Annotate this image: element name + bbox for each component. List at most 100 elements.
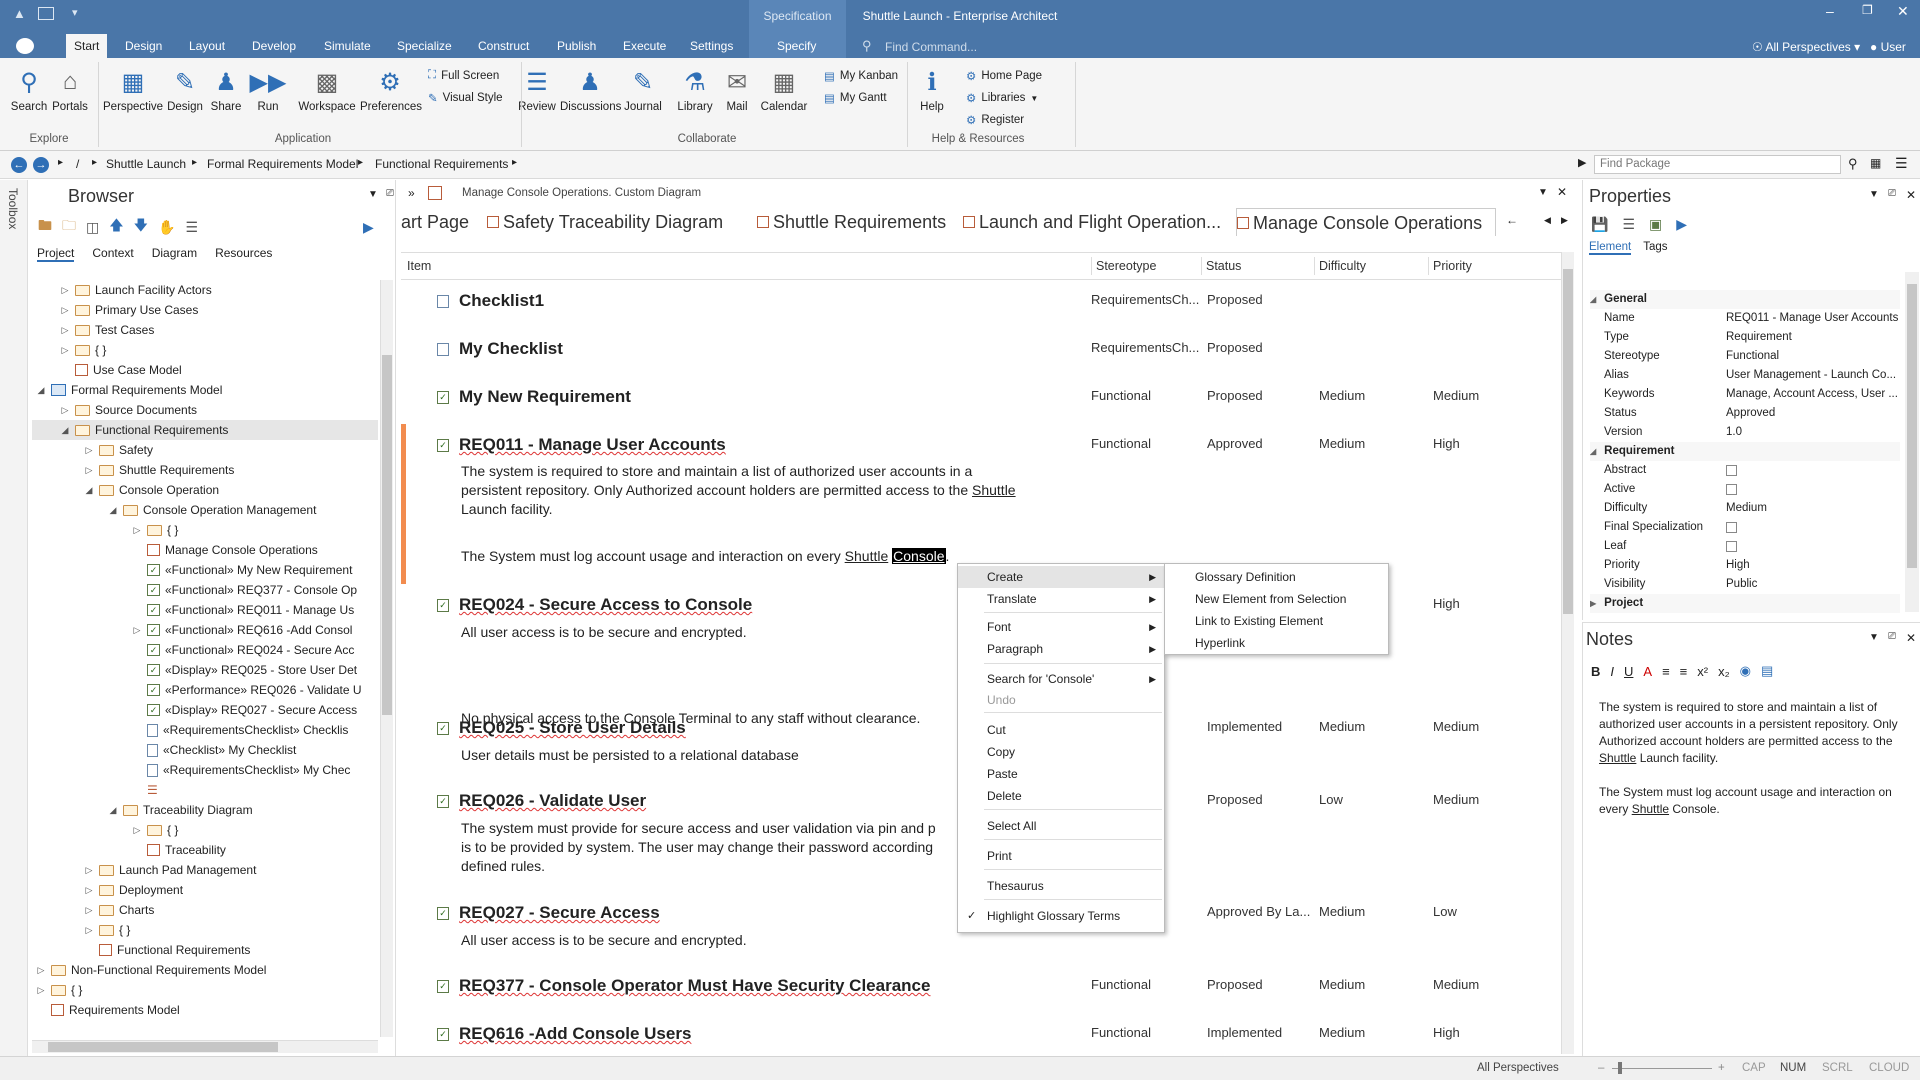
tree-node[interactable]: ✓ «Display» REQ025 - Store User Det xyxy=(32,660,378,680)
checkbox[interactable] xyxy=(1726,541,1737,552)
item-title[interactable]: REQ025 - Store User Details xyxy=(459,718,686,738)
zoom-in-icon[interactable]: + xyxy=(1718,1062,1725,1074)
crumb-shuttle-launch[interactable]: Shuttle Launch xyxy=(106,157,186,171)
tab-diagram[interactable]: Diagram xyxy=(152,246,197,262)
center-vertical-scrollbar[interactable] xyxy=(1561,252,1574,1054)
my-gantt-button[interactable]: ▤ My Gantt xyxy=(824,91,887,105)
libraries-button[interactable]: ⚙ Libraries ▼ xyxy=(966,91,1038,105)
item-title[interactable]: REQ011 - Manage User Accounts xyxy=(459,435,726,455)
forward-icon[interactable]: → xyxy=(33,157,49,173)
expand-icon[interactable]: ▷ xyxy=(60,300,70,320)
tree-node[interactable]: ◢ Console Operation Management xyxy=(32,500,378,520)
expand-icon[interactable]: ▷ xyxy=(84,880,94,900)
notes-content[interactable]: The system is required to store and main… xyxy=(1599,699,1909,818)
property-value[interactable]: Public xyxy=(1726,575,1902,594)
expand-icon[interactable]: ▷ xyxy=(132,620,142,640)
tree-node[interactable]: ◢ Formal Requirements Model xyxy=(32,380,378,400)
col-status[interactable]: Status xyxy=(1201,257,1241,275)
expand-icon[interactable]: ▷ xyxy=(132,520,142,540)
full-screen-button[interactable]: ⛶ Full Screen xyxy=(428,69,499,82)
collapse-icon[interactable]: ◢ xyxy=(60,420,70,440)
checkbox[interactable] xyxy=(1726,522,1737,533)
col-difficulty[interactable]: Difficulty xyxy=(1314,257,1366,275)
item-title[interactable]: My Checklist xyxy=(459,339,563,359)
doc-tab[interactable]: Manage Console Operations xyxy=(1236,208,1496,236)
find-package-input[interactable]: Find Package xyxy=(1594,155,1841,174)
item-title[interactable]: REQ026 - Validate User xyxy=(459,791,646,811)
review-button[interactable]: ☰ Review xyxy=(507,66,567,114)
property-value[interactable] xyxy=(1726,461,1896,480)
hyperlink-icon[interactable]: ◉ xyxy=(1740,663,1751,679)
submenu-item[interactable]: New Element from Selection xyxy=(1165,588,1388,610)
crumb-formal-requirements[interactable]: Formal Requirements Model xyxy=(207,157,358,171)
scrollbar-thumb[interactable] xyxy=(1563,269,1573,614)
item-title[interactable]: REQ616 -Add Console Users xyxy=(459,1024,691,1044)
tree-node[interactable]: Use Case Model xyxy=(32,360,378,380)
image-icon[interactable]: ▣ xyxy=(1649,216,1662,233)
tree-node[interactable]: Manage Console Operations xyxy=(32,540,378,560)
restore-icon[interactable]: ❐ xyxy=(1862,3,1873,17)
expand-icon[interactable]: ▷ xyxy=(36,960,46,980)
portals-button[interactable]: ⌂ Portals xyxy=(40,66,100,113)
tree-node[interactable]: ◢ Traceability Diagram xyxy=(32,800,378,820)
bold-icon[interactable]: B xyxy=(1591,664,1600,679)
context-menu-item[interactable]: Search for 'Console' ▶ xyxy=(958,668,1164,690)
ribbon-tab-publish[interactable]: Publish xyxy=(549,34,604,58)
property-section[interactable]: ◢ General xyxy=(1590,290,1900,309)
property-value[interactable]: Medium xyxy=(1726,499,1902,518)
tree-node[interactable]: ▷ Shuttle Requirements xyxy=(32,460,378,480)
tree-node[interactable]: ▷ Launch Pad Management xyxy=(32,860,378,880)
collapse-icon[interactable]: ◢ xyxy=(108,500,118,520)
context-menu-item[interactable]: Font ▶ xyxy=(958,616,1164,638)
expand-icon[interactable]: ▷ xyxy=(132,820,142,840)
find-command-input[interactable]: Find Command... xyxy=(885,40,977,54)
pin-icon[interactable]: ⎚ xyxy=(386,188,394,199)
property-value[interactable]: Approved xyxy=(1726,404,1902,423)
back-icon[interactable]: ← xyxy=(11,157,27,173)
hscroll-thumb[interactable] xyxy=(48,1042,278,1052)
tree-node[interactable]: ▷ Test Cases xyxy=(32,320,378,340)
context-menu-item[interactable]: Thesaurus xyxy=(958,875,1164,897)
ribbon-tab-layout[interactable]: Layout xyxy=(181,34,233,58)
search-icon[interactable]: ⚲ xyxy=(1848,156,1858,172)
grid-icon[interactable]: ▦ xyxy=(1870,156,1881,170)
tree-node[interactable]: ▷ { } xyxy=(32,920,378,940)
item-title[interactable]: REQ377 - Console Operator Must Have Secu… xyxy=(459,976,930,996)
panel-menu-icon[interactable]: ▼ xyxy=(368,189,378,200)
tree-node[interactable]: Requirements Model xyxy=(32,1000,378,1020)
doc-tab[interactable]: Safety Traceability Diagram xyxy=(487,208,752,236)
tab-resources[interactable]: Resources xyxy=(215,246,272,262)
context-menu-item[interactable]: Translate ▶ xyxy=(958,588,1164,610)
expand-icon[interactable]: ▶ xyxy=(1676,216,1687,233)
pin-icon[interactable]: ⎚ xyxy=(1888,188,1896,199)
new-view-icon[interactable]: 🗀 xyxy=(62,215,76,239)
context-menu-item[interactable]: Highlight Glossary Terms ✓ xyxy=(958,905,1164,927)
tree-node[interactable]: ◢ Console Operation xyxy=(32,480,378,500)
move-down-icon[interactable]: 🡇 xyxy=(134,215,148,239)
col-item[interactable]: Item xyxy=(407,257,431,275)
customize-quick-access-icon[interactable]: ▾ xyxy=(72,6,78,19)
tree-node[interactable]: ▷ { } xyxy=(32,980,378,1000)
status-perspectives[interactable]: All Perspectives xyxy=(1477,1062,1559,1074)
zoom-out-icon[interactable]: – xyxy=(1598,1062,1604,1074)
tree-node[interactable]: ▷ Deployment xyxy=(32,880,378,900)
save-icon[interactable]: 💾 xyxy=(1591,216,1608,233)
minimize-icon[interactable]: – xyxy=(1826,3,1834,19)
tree-node[interactable]: «RequirementsChecklist» Checklis xyxy=(32,720,378,740)
tree-node[interactable]: ✓ «Functional» REQ377 - Console Op xyxy=(32,580,378,600)
collapse-icon[interactable]: ◢ xyxy=(108,800,118,820)
perspectives-menu[interactable]: ☉ All Perspectives ▾ xyxy=(1752,40,1860,54)
property-value[interactable] xyxy=(1726,480,1896,499)
property-value[interactable]: REQ011 - Manage User Accounts xyxy=(1726,309,1902,328)
ribbon-tab-specify[interactable]: Specify xyxy=(769,34,824,58)
col-priority[interactable]: Priority xyxy=(1428,257,1472,275)
tab-scroll-right-icon[interactable]: ▶ xyxy=(1561,215,1568,226)
property-value[interactable]: User Management - Launch Co... xyxy=(1726,366,1902,385)
italic-icon[interactable]: I xyxy=(1610,664,1614,679)
crumb-functional-requirements[interactable]: Functional Requirements xyxy=(375,157,508,171)
discussions-button[interactable]: ♟ Discussions xyxy=(560,66,621,114)
toolbox-tab[interactable]: Toolbox xyxy=(6,188,20,229)
glossary-term-shuttle[interactable]: Shuttle xyxy=(972,482,1016,498)
expand-icon[interactable]: ▷ xyxy=(84,440,94,460)
selected-text-console[interactable]: Console xyxy=(892,548,946,564)
